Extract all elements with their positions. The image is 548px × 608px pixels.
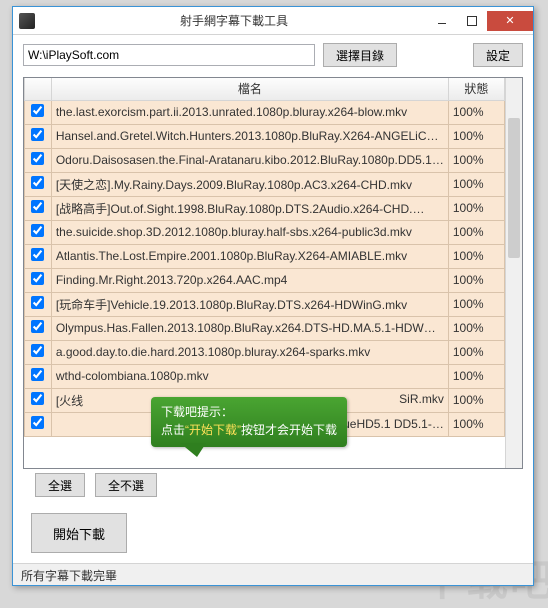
file-name: wthd-colombiana.1080p.mkv <box>51 364 448 388</box>
file-status: 100% <box>448 340 504 364</box>
file-status: 100% <box>448 124 504 148</box>
row-checkbox[interactable] <box>31 344 44 357</box>
file-name: Odoru.Daisosasen.the.Final-Aratanaru.kib… <box>51 148 448 172</box>
maximize-button[interactable] <box>457 11 487 31</box>
scrollbar-thumb[interactable] <box>508 118 520 258</box>
col-check[interactable] <box>25 78 52 100</box>
file-name: [天使之恋].My.Rainy.Days.2009.BluRay.1080p.A… <box>51 172 448 196</box>
file-name: a.good.day.to.die.hard.2013.1080p.bluray… <box>51 340 448 364</box>
app-icon <box>19 13 35 29</box>
minimize-button[interactable] <box>427 11 457 31</box>
file-status: 100% <box>448 244 504 268</box>
file-name: the.suicide.shop.3D.2012.1080p.bluray.ha… <box>51 220 448 244</box>
file-status: 100% <box>448 364 504 388</box>
table-row[interactable]: [战略高手]Out.of.Sight.1998.BluRay.1080p.DTS… <box>25 196 505 220</box>
path-input[interactable] <box>23 44 315 66</box>
file-status: 100% <box>448 196 504 220</box>
table-row[interactable]: [天使之恋].My.Rainy.Days.2009.BluRay.1080p.A… <box>25 172 505 196</box>
table-row[interactable]: Hansel.and.Gretel.Witch.Hunters.2013.108… <box>25 124 505 148</box>
tooltip-line2a: 点击 <box>161 423 185 437</box>
file-status: 100% <box>448 388 504 412</box>
row-checkbox[interactable] <box>31 296 44 309</box>
close-button[interactable] <box>487 11 533 31</box>
file-name: the.last.exorcism.part.ii.2013.unrated.1… <box>51 100 448 124</box>
file-status: 100% <box>448 292 504 316</box>
file-name: Finding.Mr.Right.2013.720p.x264.AAC.mp4 <box>51 268 448 292</box>
tooltip-line2c: 按钮才会开始下载 <box>241 423 337 437</box>
table-row[interactable]: Olympus.Has.Fallen.2013.1080p.BluRay.x26… <box>25 316 505 340</box>
status-bar: 所有字幕下載完畢 <box>13 563 533 585</box>
table-row[interactable]: Finding.Mr.Right.2013.720p.x264.AAC.mp41… <box>25 268 505 292</box>
scrollbar[interactable] <box>505 78 522 468</box>
file-name: [战略高手]Out.of.Sight.1998.BluRay.1080p.DTS… <box>51 196 448 220</box>
row-checkbox[interactable] <box>31 176 44 189</box>
row-checkbox[interactable] <box>31 320 44 333</box>
tooltip-line1: 下载吧提示： <box>161 403 337 421</box>
row-checkbox[interactable] <box>31 272 44 285</box>
table-row[interactable]: [玩命车手]Vehicle.19.2013.1080p.BluRay.DTS.x… <box>25 292 505 316</box>
titlebar: 射手網字幕下載工具 <box>13 7 533 35</box>
tooltip-highlight: “开始下载” <box>185 423 241 437</box>
file-status: 100% <box>448 220 504 244</box>
table-row[interactable]: the.last.exorcism.part.ii.2013.unrated.1… <box>25 100 505 124</box>
table-row[interactable]: wthd-colombiana.1080p.mkv100% <box>25 364 505 388</box>
browse-button[interactable]: 選擇目錄 <box>323 43 397 67</box>
file-name: [玩命车手]Vehicle.19.2013.1080p.BluRay.DTS.x… <box>51 292 448 316</box>
start-download-button[interactable]: 開始下載 <box>31 513 127 553</box>
file-name: Atlantis.The.Lost.Empire.2001.1080p.BluR… <box>51 244 448 268</box>
table-row[interactable]: the.suicide.shop.3D.2012.1080p.bluray.ha… <box>25 220 505 244</box>
row-checkbox[interactable] <box>31 104 44 117</box>
row-checkbox[interactable] <box>31 248 44 261</box>
col-status[interactable]: 狀態 <box>448 78 504 100</box>
row-checkbox[interactable] <box>31 200 44 213</box>
row-checkbox[interactable] <box>31 128 44 141</box>
file-status: 100% <box>448 148 504 172</box>
window-title: 射手網字幕下載工具 <box>41 12 427 29</box>
table-row[interactable]: Atlantis.The.Lost.Empire.2001.1080p.BluR… <box>25 244 505 268</box>
file-status: 100% <box>448 172 504 196</box>
row-checkbox[interactable] <box>31 152 44 165</box>
file-status: 100% <box>448 100 504 124</box>
app-window: 射手網字幕下載工具 選擇目錄 設定 檔名 狀態 the.last.exorcis… <box>12 6 534 586</box>
settings-button[interactable]: 設定 <box>473 43 523 67</box>
row-checkbox[interactable] <box>31 224 44 237</box>
row-checkbox[interactable] <box>31 368 44 381</box>
hint-tooltip: 下载吧提示： 点击“开始下载”按钮才会开始下载 <box>151 397 347 447</box>
table-row[interactable]: Odoru.Daisosasen.the.Final-Aratanaru.kib… <box>25 148 505 172</box>
select-none-button[interactable]: 全不選 <box>95 473 157 497</box>
file-status: 100% <box>448 316 504 340</box>
table-row[interactable]: a.good.day.to.die.hard.2013.1080p.bluray… <box>25 340 505 364</box>
file-name: Hansel.and.Gretel.Witch.Hunters.2013.108… <box>51 124 448 148</box>
file-name: Olympus.Has.Fallen.2013.1080p.BluRay.x26… <box>51 316 448 340</box>
row-checkbox[interactable] <box>31 392 44 405</box>
file-status: 100% <box>448 268 504 292</box>
select-all-button[interactable]: 全選 <box>35 473 85 497</box>
row-checkbox[interactable] <box>31 416 44 429</box>
file-status: 100% <box>448 412 504 436</box>
col-name[interactable]: 檔名 <box>51 78 448 100</box>
